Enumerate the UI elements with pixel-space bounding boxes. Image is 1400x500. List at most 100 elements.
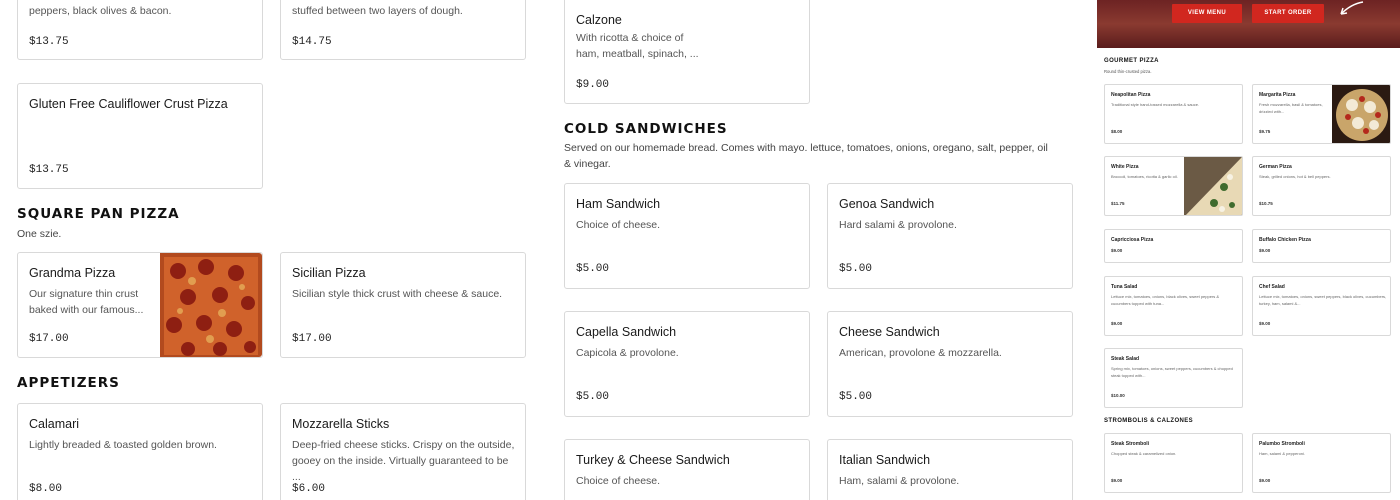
preview-item-card[interactable]: Steak Salad Spring mix, tomatoes, onions… [1104, 348, 1243, 408]
item-price: $17.00 [292, 333, 332, 345]
item-price: $8.00 [1111, 129, 1123, 134]
item-description: Choice of cheese. [576, 475, 661, 487]
white-pizza-image [1184, 157, 1242, 215]
item-description: stuffed between two layers of dough. [292, 5, 463, 17]
item-description: Steak, grilled onions, hot & bell pepper… [1259, 174, 1331, 179]
menu-preview-panel: VIEW MENU START ORDER GOURMET PIZZA Roun… [1097, 0, 1400, 500]
menu-item-card[interactable]: Ham Sandwich Choice of cheese. $5.00 [564, 183, 810, 289]
item-name: Buffalo Chicken Pizza [1259, 237, 1311, 243]
item-name: Steak Stromboli [1111, 441, 1150, 447]
item-name: Neapolitan Pizza [1111, 92, 1151, 98]
item-name: Mozzarella Sticks [292, 417, 390, 431]
menu-item-card[interactable]: Capella Sandwich Capicola & provolone. $… [564, 311, 810, 417]
item-price: $6.00 [292, 483, 326, 495]
preview-item-card[interactable]: Buffalo Chicken Pizza $9.00 [1252, 229, 1391, 263]
item-description: Choice of cheese. [576, 219, 661, 231]
item-name: Steak Salad [1111, 356, 1140, 362]
item-name: Genoa Sandwich [839, 197, 935, 211]
preview-item-card[interactable]: Neapolitan Pizza Traditional style hand-… [1104, 84, 1243, 144]
item-price: $9.00 [1259, 321, 1271, 326]
item-name: Palumbo Stromboli [1259, 441, 1305, 447]
item-description: Lettuce mix, tomatoes, onions, sweet pep… [1259, 294, 1387, 306]
grandma-pizza-image [160, 253, 262, 357]
strombolis-section-title: STROMBOLIS & CALZONES [1104, 418, 1194, 424]
item-description: Spring mix, tomatoes, onions, sweet pepp… [1111, 366, 1233, 378]
item-description: With ricotta & choice of ham, meatball, … [576, 32, 699, 60]
item-description: American, provolone & mozzarella. [839, 347, 1002, 359]
item-name: Capella Sandwich [576, 325, 677, 339]
item-price: $9.00 [1259, 478, 1271, 483]
item-price: $5.00 [839, 391, 873, 403]
item-name: German Pizza [1259, 164, 1292, 170]
preview-item-card[interactable]: Palumbo Stromboli Ham, salami & pepperon… [1252, 433, 1391, 493]
section-title: SQUARE PAN PIZZA [17, 206, 180, 222]
item-description: Ham, salami & pepperoni. [1259, 451, 1306, 456]
item-description: Capicola & provolone. [576, 347, 679, 359]
menu-item-card[interactable]: Sicilian Pizza Sicilian style thick crus… [280, 252, 526, 358]
menu-item-card[interactable]: peppers, black olives & bacon. $13.75 [17, 0, 263, 60]
item-price: $9.00 [1111, 248, 1123, 253]
item-name: Chef Salad [1259, 284, 1285, 290]
item-description: Chopped steak & caramelized onion. [1111, 451, 1177, 456]
preview-item-card[interactable]: White Pizza Broccoli, tomatoes, ricotta … [1104, 156, 1243, 216]
item-description: Our signature thin crust baked with our … [29, 288, 144, 316]
item-price: $9.00 [1111, 321, 1123, 326]
item-name: Grandma Pizza [29, 266, 116, 280]
item-price: $17.00 [29, 333, 69, 345]
item-description: Traditional style hand-tossed mozzarella… [1111, 102, 1200, 107]
item-name: Turkey & Cheese Sandwich [576, 453, 730, 467]
start-order-button[interactable]: START ORDER [1252, 4, 1324, 23]
section-title: COLD SANDWICHES [564, 121, 728, 137]
item-name: Sicilian Pizza [292, 266, 366, 280]
menu-item-card[interactable]: Gluten Free Cauliflower Crust Pizza $13.… [17, 83, 263, 189]
menu-item-card[interactable]: Calzone With ricotta & choice of ham, me… [564, 0, 810, 104]
preview-item-card[interactable]: German Pizza Steak, grilled onions, hot … [1252, 156, 1391, 216]
menu-item-card[interactable]: Grandma Pizza Our signature thin crust b… [17, 252, 263, 358]
margarita-pizza-image [1332, 85, 1390, 143]
item-price: $5.00 [576, 263, 610, 275]
menu-item-card[interactable]: Cheese Sandwich American, provolone & mo… [827, 311, 1073, 417]
gourmet-section-title: GOURMET PIZZA [1104, 58, 1159, 64]
item-price: $13.75 [29, 36, 69, 48]
item-description: Sicilian style thick crust with cheese &… [292, 288, 503, 300]
menu-item-card[interactable]: Turkey & Cheese Sandwich Choice of chees… [564, 439, 810, 500]
item-name: Gluten Free Cauliflower Crust Pizza [29, 97, 228, 111]
item-name: Margarita Pizza [1259, 92, 1296, 98]
item-name: White Pizza [1111, 164, 1139, 170]
menu-item-card[interactable]: Italian Sandwich Ham, salami & provolone… [827, 439, 1073, 500]
preview-item-card[interactable]: Margarita Pizza Fresh mozzarella, basil … [1252, 84, 1391, 144]
item-name: Calzone [576, 13, 622, 27]
preview-item-card[interactable]: Tuna Salad Lettuce mix, tomatoes, onions… [1104, 276, 1243, 336]
item-price: $14.75 [292, 36, 332, 48]
item-description: Ham, salami & provolone. [839, 475, 960, 487]
preview-item-card[interactable]: Steak Stromboli Chopped steak & carameli… [1104, 433, 1243, 493]
item-price: $9.00 [1111, 478, 1123, 483]
preview-item-card[interactable]: Capricciosa Pizza $9.00 [1104, 229, 1243, 263]
item-description: Lettuce mix, tomatoes, onions, black oli… [1111, 294, 1220, 306]
item-price: $13.75 [29, 164, 69, 176]
menu-item-card[interactable]: Calamari Lightly breaded & toasted golde… [17, 403, 263, 500]
item-name: Calamari [29, 417, 80, 431]
preview-item-card[interactable]: Chef Salad Lettuce mix, tomatoes, onions… [1252, 276, 1391, 336]
item-description: Lightly breaded & toasted golden brown. [29, 439, 217, 451]
item-price: $8.00 [29, 483, 63, 495]
hero-banner: VIEW MENU START ORDER [1097, 0, 1400, 48]
item-price: $5.00 [576, 391, 610, 403]
item-price: $9.75 [1259, 129, 1271, 134]
menu-item-card[interactable]: stuffed between two layers of dough. $14… [280, 0, 526, 60]
menu-item-card[interactable]: Genoa Sandwich Hard salami & provolone. … [827, 183, 1073, 289]
item-description: Broccoli, tomatoes, ricotta & garlic oil… [1111, 174, 1178, 179]
item-description: peppers, black olives & bacon. [29, 5, 172, 17]
item-description: Deep-fried cheese sticks. Crispy on the … [292, 439, 515, 483]
menu-item-card[interactable]: Mozzarella Sticks Deep-fried cheese stic… [280, 403, 526, 500]
item-name: Cheese Sandwich [839, 325, 940, 339]
view-menu-button[interactable]: VIEW MENU [1172, 4, 1242, 23]
section-description: Served on our homemade bread. Comes with… [564, 142, 1048, 170]
item-description: Hard salami & provolone. [839, 219, 957, 231]
gourmet-section-description: Round thin-crusted pizza. [1104, 69, 1152, 74]
item-name: Italian Sandwich [839, 453, 931, 467]
item-description: Fresh mozzarella, basil & tomatoes, driz… [1259, 102, 1323, 114]
arrow-icon [1340, 1, 1364, 15]
item-price: $9.00 [1259, 248, 1271, 253]
item-price: $11.75 [1111, 201, 1125, 206]
